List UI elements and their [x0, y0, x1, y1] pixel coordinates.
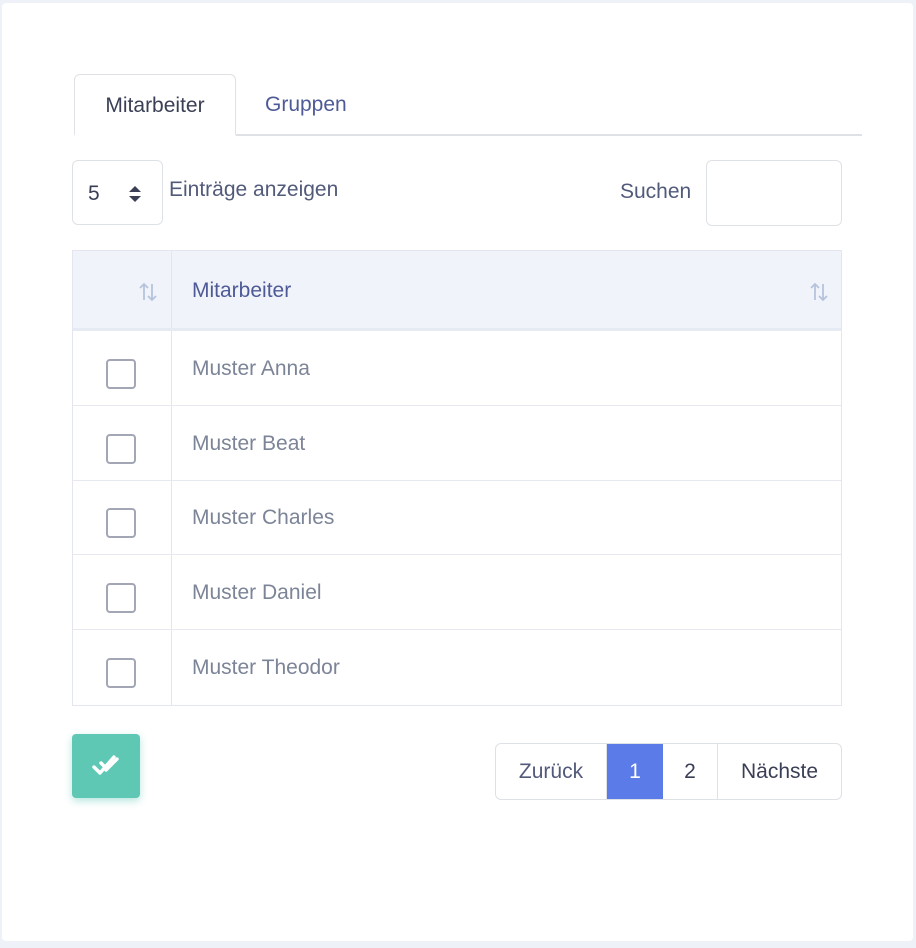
- tab-bar: Mitarbeiter Gruppen: [74, 74, 862, 136]
- tab-gruppen[interactable]: Gruppen: [237, 74, 375, 136]
- employee-name: Muster Theodor: [192, 656, 340, 679]
- table-header: Mitarbeiter: [73, 251, 841, 331]
- row-checkbox[interactable]: [106, 508, 136, 538]
- entries-length-label: Einträge anzeigen: [169, 178, 339, 201]
- double-check-icon: [92, 755, 119, 775]
- sort-icon[interactable]: [137, 281, 159, 303]
- table-row: Muster Beat: [73, 406, 841, 481]
- pagination-page-2[interactable]: 2: [663, 744, 718, 799]
- header-select-column[interactable]: [73, 251, 172, 328]
- entries-length-select[interactable]: 5: [72, 160, 163, 225]
- employee-name: Muster Anna: [192, 357, 310, 380]
- pagination-next-button[interactable]: Nächste: [718, 744, 841, 799]
- employee-name: Muster Beat: [192, 432, 306, 455]
- search-label: Suchen: [620, 180, 692, 203]
- select-cell: [73, 406, 172, 480]
- employee-name: Muster Daniel: [192, 581, 322, 604]
- pagination-page-1[interactable]: 1: [607, 744, 663, 799]
- pagination: Zurück 1 2 Nächste: [495, 743, 842, 800]
- row-checkbox[interactable]: [106, 658, 136, 688]
- table-row: Muster Anna: [73, 331, 841, 406]
- row-checkbox[interactable]: [106, 583, 136, 613]
- sort-icon[interactable]: [808, 281, 830, 303]
- tab-mitarbeiter[interactable]: Mitarbeiter: [74, 74, 236, 136]
- submit-button[interactable]: [72, 734, 140, 798]
- row-checkbox[interactable]: [106, 434, 136, 464]
- select-cell: [73, 480, 172, 554]
- entries-length-value: 5: [88, 182, 100, 205]
- row-checkbox[interactable]: [106, 359, 136, 389]
- table-row: Muster Daniel: [73, 555, 841, 630]
- table-row: Muster Charles: [73, 480, 841, 555]
- employee-table: Mitarbeiter Muster Anna Muster Beat Must…: [72, 250, 842, 706]
- select-cell: [73, 555, 172, 629]
- search-input[interactable]: [706, 160, 842, 226]
- select-arrows-icon: [129, 186, 141, 202]
- table-row: Muster Theodor: [73, 630, 841, 705]
- header-mitarbeiter[interactable]: Mitarbeiter: [192, 251, 291, 331]
- employee-name: Muster Charles: [192, 506, 335, 529]
- select-cell: [73, 630, 172, 705]
- select-cell: [73, 331, 172, 405]
- pagination-prev-button[interactable]: Zurück: [496, 744, 607, 799]
